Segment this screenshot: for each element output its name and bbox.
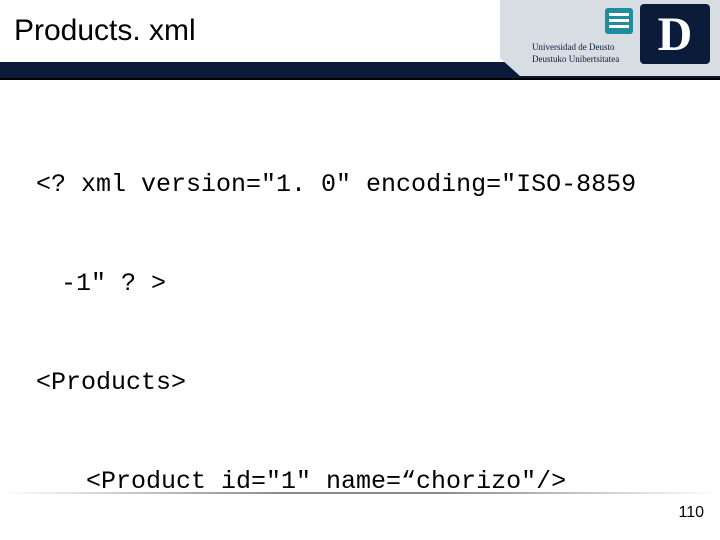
brand-line1: Universidad de Deusto — [532, 42, 615, 52]
code-line-1: <? xml version="1. 0" encoding="ISO-8859 — [36, 168, 684, 201]
page-title: Products. xml — [0, 14, 196, 48]
slide: Products. xml D Universidad de Deusto De… — [0, 0, 720, 540]
brand-line2: Deustuko Unibertsitatea — [532, 54, 619, 64]
svg-text:D: D — [658, 8, 693, 61]
page-number: 110 — [678, 504, 704, 522]
footer-divider — [0, 492, 720, 494]
code-line-2: -1" ? > — [36, 267, 684, 300]
code-line-3: <Products> — [36, 366, 684, 399]
footer: 110 — [0, 494, 720, 522]
university-logo: D Universidad de Deusto Deustuko Unibert… — [490, 0, 720, 78]
slide-body: <? xml version="1. 0" encoding="ISO-8859… — [0, 80, 720, 540]
code-block: <? xml version="1. 0" encoding="ISO-8859… — [36, 102, 684, 540]
header: Products. xml D Universidad de Deusto De… — [0, 0, 720, 80]
deusto-logo-icon: D Universidad de Deusto Deustuko Unibert… — [490, 0, 720, 78]
